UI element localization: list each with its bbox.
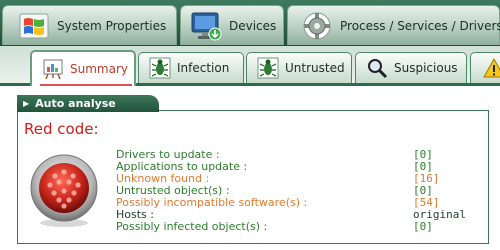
magnifier-icon xyxy=(366,57,388,79)
warning-icon xyxy=(483,57,500,79)
expand-arrow-icon: ▶ xyxy=(23,99,30,108)
presentation-board-icon xyxy=(42,58,64,80)
tab-system-properties[interactable]: System Properties xyxy=(2,5,177,45)
bug-icon xyxy=(149,57,171,79)
active-tab-indicator xyxy=(40,84,132,86)
panel-header[interactable]: ▶ Auto analyse xyxy=(17,95,159,112)
bug-icon xyxy=(257,57,279,79)
tab-warnings[interactable] xyxy=(470,52,500,83)
tab-summary[interactable]: Summary xyxy=(30,50,136,86)
status-title: Red code: xyxy=(24,120,99,138)
tab-process-services-drivers[interactable]: Process / Services / Drivers xyxy=(287,5,500,45)
tab-label: Untrusted xyxy=(285,61,345,75)
panel-header-label: Auto analyse xyxy=(35,97,116,110)
status-row-label: Possibly infected object(s) : xyxy=(116,220,268,233)
tab-infection[interactable]: Infection xyxy=(138,52,244,83)
red-led-status-icon xyxy=(30,150,98,228)
windows-logo-icon xyxy=(17,10,51,42)
tab-label: Process / Services / Drivers xyxy=(340,18,500,33)
tab-label: Suspicious xyxy=(394,61,458,75)
gear-icon xyxy=(300,10,334,42)
tab-untrusted[interactable]: Untrusted xyxy=(246,52,352,83)
tab-label: System Properties xyxy=(57,18,167,33)
status-row-value: [0] xyxy=(413,220,433,233)
monitor-icon xyxy=(189,10,223,42)
tab-label: Summary xyxy=(70,62,128,76)
tab-devices[interactable]: Devices xyxy=(180,5,284,45)
tab-label: Infection xyxy=(177,61,230,75)
tab-suspicious[interactable]: Suspicious xyxy=(355,52,467,83)
tab-label: Devices xyxy=(229,18,277,33)
